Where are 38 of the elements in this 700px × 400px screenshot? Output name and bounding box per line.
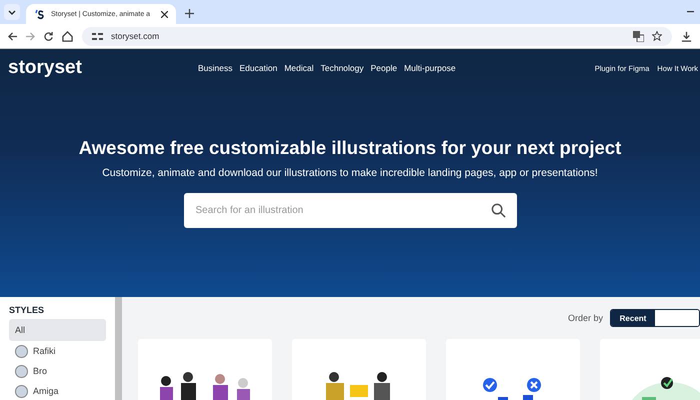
style-item[interactable]: Rafiki: [9, 341, 106, 361]
storyset-logo[interactable]: storyset: [8, 57, 198, 79]
style-item[interactable]: Amiga: [9, 381, 106, 400]
search-field[interactable]: Search for an illustration: [184, 193, 516, 228]
nav-link[interactable]: Business: [198, 63, 232, 73]
logo-icon: [34, 8, 46, 20]
download-icon[interactable]: [681, 30, 692, 42]
nav-link[interactable]: Medical: [284, 63, 314, 73]
site-info-icon[interactable]: [92, 32, 103, 40]
order-by-label: Order by: [568, 313, 603, 323]
avatar-icon: [15, 344, 28, 358]
address-bar[interactable]: storyset.com: [82, 26, 672, 46]
illustration-card[interactable]: [138, 339, 272, 400]
close-icon[interactable]: [161, 10, 168, 18]
style-item[interactable]: All: [9, 319, 106, 341]
style-item[interactable]: Bro: [9, 361, 106, 381]
order-option[interactable]: Recent: [611, 310, 655, 326]
home-icon[interactable]: [62, 30, 73, 42]
tab-list-button[interactable]: [4, 4, 20, 20]
nav-link[interactable]: Multi-purpose: [404, 63, 456, 73]
illustration-card[interactable]: [292, 339, 426, 400]
minimize-icon[interactable]: [687, 11, 694, 13]
search-icon[interactable]: [490, 203, 506, 218]
back-icon[interactable]: [8, 32, 17, 40]
reload-icon[interactable]: [44, 32, 53, 40]
new-tab-icon[interactable]: [185, 9, 194, 18]
bookmark-star-icon[interactable]: [652, 31, 662, 41]
scrollbar[interactable]: [115, 297, 122, 400]
nav-link[interactable]: Education: [240, 63, 278, 73]
avatar-icon: [15, 364, 28, 378]
url-text: storyset.com: [111, 31, 160, 41]
nav-link[interactable]: People: [370, 63, 398, 73]
avatar-icon: [15, 384, 28, 398]
translate-icon[interactable]: [633, 30, 644, 42]
hero-title: Awesome free customizable illustrations for your next project: [78, 137, 622, 159]
styles-heading: STYLES: [9, 305, 46, 317]
hero-subtitle: Customize, animate and download our illustrations to make incredible landing pages, app or presentations!: [102, 167, 598, 179]
nav-link[interactable]: Technology: [320, 63, 364, 73]
